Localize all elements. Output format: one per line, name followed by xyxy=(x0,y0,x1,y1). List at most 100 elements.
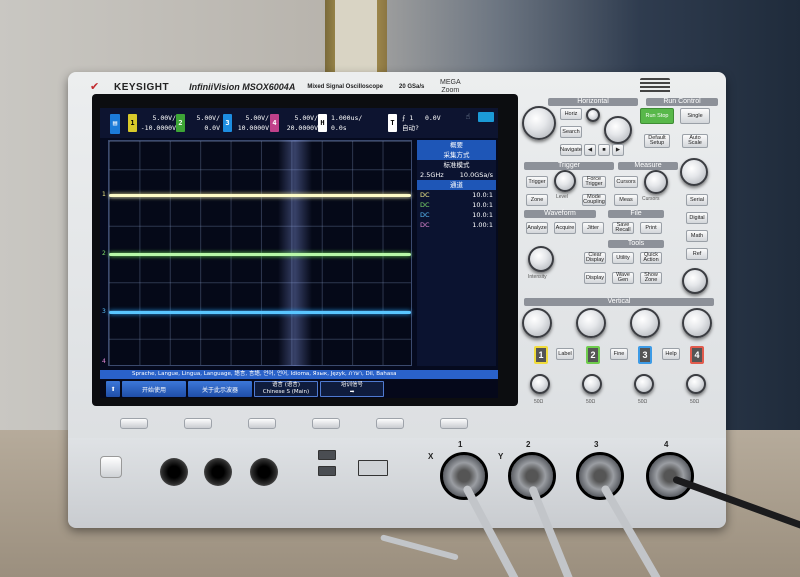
digital-probe-port[interactable] xyxy=(358,460,388,476)
hw-softkey-1[interactable] xyxy=(120,418,148,429)
mode-coupling-button[interactable]: Mode Coupling xyxy=(582,194,606,206)
acquisition-header: 采集方式 xyxy=(417,150,496,160)
ch1-scale-knob[interactable] xyxy=(522,308,552,338)
save-recall-button[interactable]: Save Recall xyxy=(612,222,634,234)
jitter-button[interactable]: Jitter xyxy=(582,222,604,234)
fine-button[interactable]: Fine xyxy=(610,348,628,360)
ch3-marker[interactable]: 3 xyxy=(102,308,108,316)
help-button[interactable]: Help xyxy=(662,348,680,360)
display-button[interactable]: Display xyxy=(584,272,606,284)
ch2-badge[interactable]: 2 xyxy=(176,114,185,132)
acquire-button[interactable]: Acquire xyxy=(554,222,576,234)
trigger-button[interactable]: Trigger xyxy=(526,176,548,188)
show-zone-button[interactable]: Show Zone xyxy=(640,272,662,284)
hw-softkey-3[interactable] xyxy=(248,418,276,429)
aux-jack-1[interactable] xyxy=(160,458,188,486)
back-softkey[interactable]: ⬆ xyxy=(106,381,120,397)
search-button[interactable]: Search xyxy=(560,126,582,138)
cursors-button[interactable]: Cursors xyxy=(614,176,638,188)
default-setup-button[interactable]: Default Setup xyxy=(644,134,670,148)
ch3-input-bnc[interactable] xyxy=(576,452,624,500)
nav-stop-button[interactable]: ■ xyxy=(598,144,610,156)
ch3-coupling: DC xyxy=(420,211,430,219)
touch-icon[interactable]: ☝ xyxy=(460,112,476,122)
ch3-button[interactable]: 3 xyxy=(638,346,652,364)
ch3-badge[interactable]: 3 xyxy=(223,114,232,132)
ch3-trace xyxy=(109,311,411,314)
horizontal-badge[interactable]: H xyxy=(318,114,327,132)
nav-forward-button[interactable]: ▶ xyxy=(612,144,624,156)
ch4-button[interactable]: 4 xyxy=(690,346,704,364)
horizontal-position-knob[interactable] xyxy=(604,116,632,144)
serial-button[interactable]: Serial xyxy=(686,194,708,206)
label-button[interactable]: Label xyxy=(556,348,574,360)
trigger-values: ⨍ 1 0.0V 自动? xyxy=(398,113,448,133)
aux-jack-2[interactable] xyxy=(204,458,232,486)
menu-button[interactable]: ▤ xyxy=(110,114,120,134)
usb-port-1[interactable] xyxy=(318,450,336,460)
ch2-scale-knob[interactable] xyxy=(576,308,606,338)
auto-scale-button[interactable]: Auto Scale xyxy=(682,134,708,148)
trigger-badge[interactable]: T xyxy=(388,114,397,132)
ch4-input-bnc[interactable] xyxy=(646,452,694,500)
softkey-getting-started[interactable]: 开始使用 xyxy=(122,381,186,397)
ch2-offset-knob[interactable] xyxy=(582,374,602,394)
ch4-badge[interactable]: 4 xyxy=(270,114,279,132)
softkey-about[interactable]: 关于此示波器 xyxy=(188,381,252,397)
hw-softkey-4[interactable] xyxy=(312,418,340,429)
ch4-impedance: 50Ω xyxy=(690,399,700,405)
horizontal-values: 1.000us/ 0.0s xyxy=(328,113,362,133)
navigate-button[interactable]: Navigate xyxy=(560,144,582,156)
zoom-knob[interactable] xyxy=(586,108,600,122)
trigger-level-knob[interactable] xyxy=(554,170,576,192)
ch4-scale-knob[interactable] xyxy=(682,308,712,338)
ch3-scale-knob[interactable] xyxy=(630,308,660,338)
meas-button[interactable]: Meas xyxy=(614,194,638,206)
clear-display-button[interactable]: Clear Display xyxy=(584,252,606,264)
horizontal-scale-knob[interactable] xyxy=(522,106,556,140)
hw-softkey-6[interactable] xyxy=(440,418,468,429)
ch2-values: 5.00V/ 0.0V xyxy=(186,113,220,133)
ch1-marker[interactable]: 1 xyxy=(102,191,108,199)
ch4-offset-knob[interactable] xyxy=(686,374,706,394)
force-trigger-button[interactable]: Force Trigger xyxy=(582,176,606,188)
ch2-marker[interactable]: 2 xyxy=(102,250,108,258)
horiz-button[interactable]: Horiz xyxy=(560,108,582,120)
ch4-marker[interactable]: 4 xyxy=(102,358,108,366)
ch3-offset-knob[interactable] xyxy=(634,374,654,394)
digital-button[interactable]: Digital xyxy=(686,212,708,224)
hw-softkey-5[interactable] xyxy=(376,418,404,429)
entry-knob[interactable] xyxy=(680,158,708,186)
aux-jack-3[interactable] xyxy=(250,458,278,486)
ch1-button[interactable]: 1 xyxy=(534,346,548,364)
digital-knob[interactable] xyxy=(682,268,708,294)
ch1-offset-knob[interactable] xyxy=(530,374,550,394)
hw-softkey-2[interactable] xyxy=(184,418,212,429)
ch1-coupling: DC xyxy=(420,191,430,199)
nav-back-button[interactable]: ◀ xyxy=(584,144,596,156)
ch3-values: 5.00V/ 10.0000V xyxy=(233,113,269,133)
zone-button[interactable]: Zone xyxy=(526,194,548,206)
touch-lock-icon[interactable] xyxy=(478,112,494,122)
sidebar-tab[interactable]: 概要 xyxy=(417,140,496,150)
run-stop-button[interactable]: Run Stop xyxy=(640,108,674,124)
softkey-language[interactable]: 语言 (语言) Chinese S (Main) xyxy=(254,381,318,397)
cursors-knob[interactable] xyxy=(644,170,668,194)
ch4-input-number: 4 xyxy=(664,440,669,449)
utility-button[interactable]: Utility xyxy=(612,252,634,264)
softkey-training[interactable]: 培训信号 ➡ xyxy=(320,381,384,397)
ch2-button[interactable]: 2 xyxy=(586,346,600,364)
print-button[interactable]: Print xyxy=(640,222,662,234)
power-button[interactable] xyxy=(100,456,122,478)
intensity-knob[interactable] xyxy=(528,246,554,272)
math-button[interactable]: Math xyxy=(686,230,708,242)
ref-button[interactable]: Ref xyxy=(686,248,708,260)
quick-action-button[interactable]: Quick Action xyxy=(640,252,662,264)
trigger-section-title: Trigger xyxy=(524,162,614,170)
ch2-scale: 5.00V/ xyxy=(196,114,220,122)
usb-port-2[interactable] xyxy=(318,466,336,476)
ch1-badge[interactable]: 1 xyxy=(128,114,137,132)
analyze-button[interactable]: Analyze xyxy=(526,222,548,234)
single-button[interactable]: Single xyxy=(680,108,710,124)
wave-gen-button[interactable]: Wave Gen xyxy=(612,272,634,284)
